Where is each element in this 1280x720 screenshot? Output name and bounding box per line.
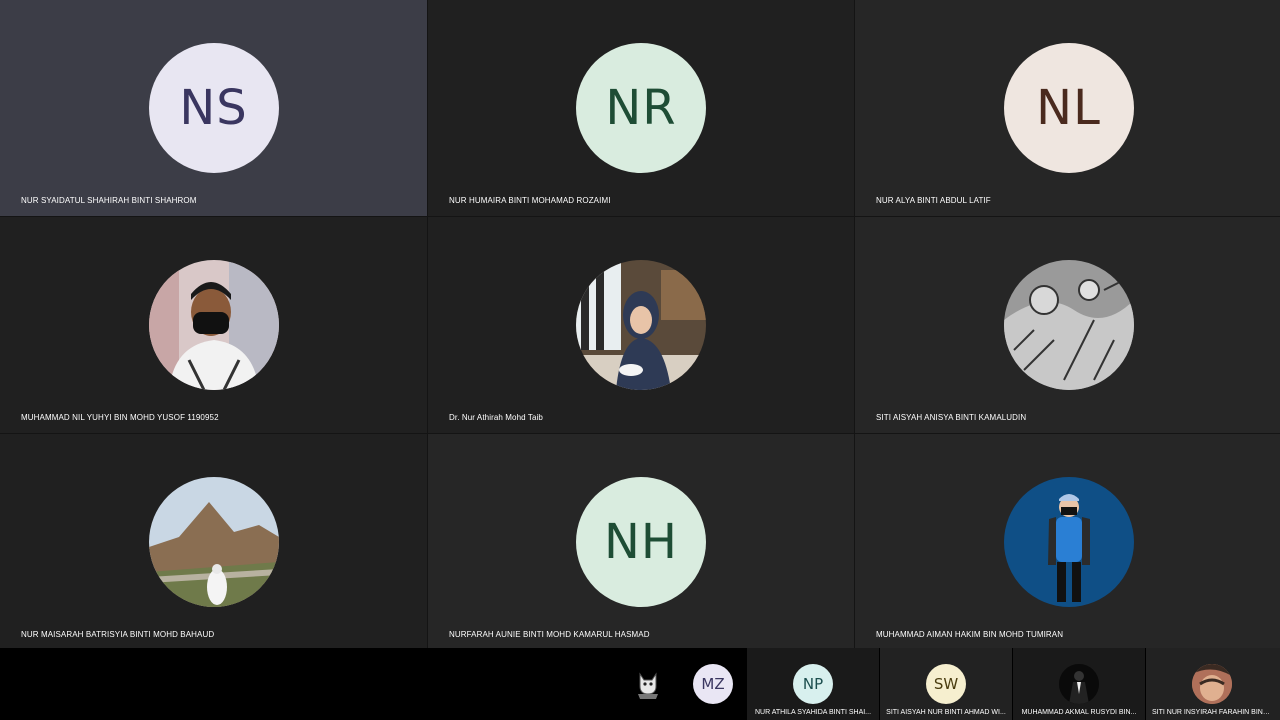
person-hijab-photo xyxy=(576,260,706,390)
mini-avatar: NP xyxy=(793,664,833,704)
participant-tile[interactable]: MUHAMMAD NIL YUHYI BIN MOHD YUSOF 119095… xyxy=(0,217,427,433)
sketch-photo xyxy=(1003,260,1134,390)
person-hijab-photo-icon xyxy=(576,260,706,390)
mini-participant-name: SITI AISYAH NUR BINTI AHMAD WI... xyxy=(886,709,1006,716)
avatar-initials: NP xyxy=(802,675,824,693)
participant-name: MUHAMMAD NIL YUHYI BIN MOHD YUSOF 119095… xyxy=(21,413,219,422)
participant-avatar: NL xyxy=(1003,43,1134,173)
mini-participant-tile[interactable]: MUHAMMAD AKMAL RUSYDI BIN... xyxy=(1013,648,1145,720)
participant-tile[interactable]: NR NUR HUMAIRA BINTI MOHAMAD ROZAIMI xyxy=(428,0,854,216)
participant-tile[interactable]: NUR MAISARAH BATRISYIA BINTI MOHD BAHAUD xyxy=(0,434,427,650)
suit-photo xyxy=(1059,664,1099,704)
participant-avatar: NH xyxy=(576,477,706,607)
mini-participant-name: NUR ATHILA SYAHIDA BINTI SHAI... xyxy=(754,709,872,716)
avatar-initials: NS xyxy=(179,80,248,136)
mz-avatar[interactable]: MZ xyxy=(693,664,733,704)
participant-avatar: NR xyxy=(576,43,706,173)
avatar-initials: NL xyxy=(1036,80,1101,136)
participant-name: NUR SYAIDATUL SHAHIRAH BINTI SHAHROM xyxy=(21,196,197,205)
participant-name: NURFARAH AUNIE BINTI MOHD KAMARUL HASMAD xyxy=(449,630,650,639)
participant-tile[interactable]: NL NUR ALYA BINTI ABDUL LATIF xyxy=(855,0,1280,216)
avatar-initials: MZ xyxy=(701,675,725,693)
participant-name: Dr. Nur Athirah Mohd Taib xyxy=(449,413,543,422)
sketch-photo-icon xyxy=(1003,260,1134,390)
mini-participant-tile[interactable]: SW SITI AISYAH NUR BINTI AHMAD WI... xyxy=(880,648,1012,720)
participant-tile[interactable]: NS NUR SYAIDATUL SHAHIRAH BINTI SHAHROM xyxy=(0,0,427,216)
mini-avatar: SW xyxy=(926,664,966,704)
mini-participant-name: MUHAMMAD AKMAL RUSYDI BIN... xyxy=(1021,709,1137,716)
mini-participant-tile[interactable]: NP NUR ATHILA SYAHIDA BINTI SHAI... xyxy=(747,648,879,720)
participant-grid: NS NUR SYAIDATUL SHAHIRAH BINTI SHAHROM … xyxy=(0,0,1280,650)
suit-photo-icon xyxy=(1059,664,1099,704)
avatar-initials: NH xyxy=(604,514,678,570)
avatar-initials: NR xyxy=(605,80,677,136)
cat-icon[interactable] xyxy=(634,668,662,700)
participant-tile[interactable]: Dr. Nur Athirah Mohd Taib xyxy=(428,217,854,433)
participant-tile[interactable]: SITI AISYAH ANISYA BINTI KAMALUDIN xyxy=(855,217,1280,433)
avatar-initials: SW xyxy=(933,675,959,693)
participant-tile[interactable]: NH NURFARAH AUNIE BINTI MOHD KAMARUL HAS… xyxy=(428,434,854,650)
face-photo xyxy=(1192,664,1232,704)
person-mask-photo xyxy=(148,260,279,390)
participant-name: NUR HUMAIRA BINTI MOHAMAD ROZAIMI xyxy=(449,196,611,205)
participant-name: NUR MAISARAH BATRISYIA BINTI MOHD BAHAUD xyxy=(21,630,215,639)
participant-name: NUR ALYA BINTI ABDUL LATIF xyxy=(876,196,991,205)
blue-figure-photo-icon xyxy=(1003,477,1134,607)
blue-figure-photo xyxy=(1003,477,1134,607)
mountain-photo-icon xyxy=(148,477,279,607)
face-photo-icon xyxy=(1192,664,1232,704)
participant-name: SITI AISYAH ANISYA BINTI KAMALUDIN xyxy=(876,413,1027,422)
mini-participant-name: SITI NUR INSYIRAH FARAHIN BINTI... xyxy=(1152,709,1275,716)
participant-name: MUHAMMAD AIMAN HAKIM BIN MOHD TUMIRAN xyxy=(876,630,1064,639)
person-mask-photo-icon xyxy=(148,260,279,390)
mini-participant-tile[interactable]: SITI NUR INSYIRAH FARAHIN BINTI... xyxy=(1146,648,1280,720)
participant-tile[interactable]: MUHAMMAD AIMAN HAKIM BIN MOHD TUMIRAN xyxy=(855,434,1280,650)
mountain-photo xyxy=(148,477,279,607)
participant-avatar: NS xyxy=(148,43,279,173)
